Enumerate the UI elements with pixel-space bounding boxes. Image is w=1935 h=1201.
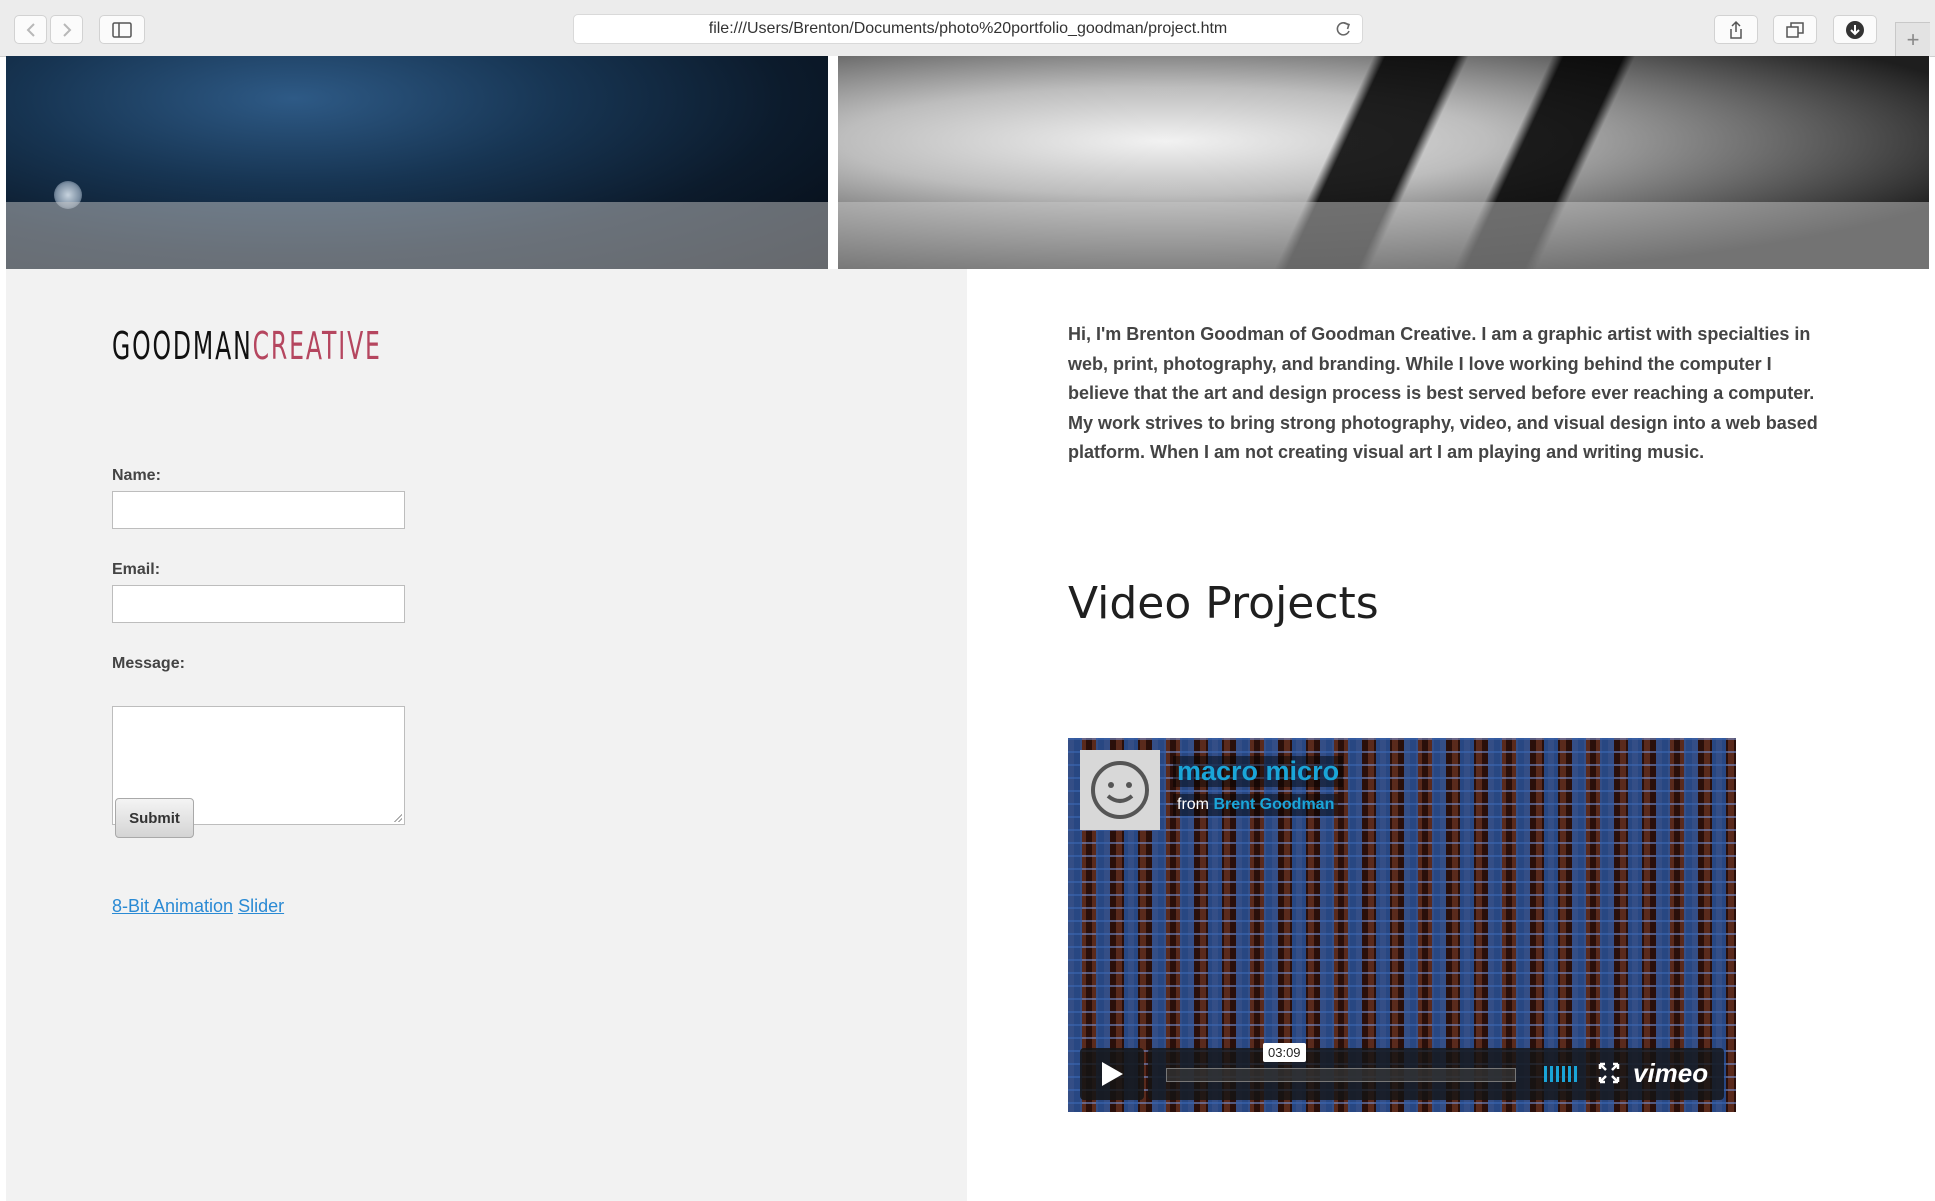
downloads-button[interactable] [1833, 15, 1877, 44]
control-bar: 03:09 vimeo [1148, 1043, 1724, 1100]
chevron-right-icon [62, 22, 71, 37]
tabs-overview-button[interactable] [1773, 15, 1817, 44]
player-controls: 03:09 vimeo [1080, 1043, 1724, 1100]
url-text: file:///Users/Brenton/Documents/photo%20… [708, 20, 1228, 37]
video-projects-heading: Video Projects [1068, 578, 1379, 629]
banner-photo-left [6, 56, 828, 269]
submit-button[interactable]: Submit [115, 798, 194, 838]
name-label: Name: [112, 467, 161, 484]
vimeo-logo[interactable]: vimeo [1633, 1058, 1708, 1089]
logo-part-creative: CREATIVE [252, 324, 382, 368]
project-links: 8-Bit Animation Slider [112, 896, 284, 917]
banner-overlay-left [6, 202, 828, 269]
play-icon [1102, 1062, 1123, 1086]
banner-photo-right [838, 56, 1929, 269]
back-button[interactable] [14, 15, 47, 44]
email-label: Email: [112, 561, 161, 578]
link-8bit-animation[interactable]: 8-Bit Animation [112, 896, 233, 916]
about-text: Hi, I'm Brenton Goodman of Goodman Creat… [1068, 324, 1818, 462]
progress-bar[interactable]: 03:09 [1166, 1043, 1516, 1082]
chevron-left-icon [26, 22, 35, 37]
sidebar-toggle-button[interactable] [99, 15, 145, 44]
fullscreen-icon[interactable] [1598, 1062, 1620, 1089]
reload-icon[interactable] [1334, 20, 1352, 43]
share-button[interactable] [1714, 15, 1758, 44]
new-tab-button[interactable]: + [1895, 22, 1930, 57]
browser-toolbar: file:///Users/Brenton/Documents/photo%20… [0, 0, 1935, 57]
logo-part-goodman: GOODMAN [112, 324, 253, 368]
vimeo-video-player[interactable]: macro micro from Brent Goodman 03:09 vim… [1068, 738, 1736, 1112]
smiley-face-icon [1091, 761, 1149, 819]
name-input[interactable] [112, 491, 405, 529]
play-button[interactable] [1080, 1048, 1144, 1100]
email-input[interactable] [112, 585, 405, 623]
link-slider[interactable]: Slider [238, 896, 284, 916]
forward-button[interactable] [50, 15, 83, 44]
video-author-link[interactable]: Brent Goodman [1213, 796, 1334, 813]
message-label: Message: [112, 655, 185, 672]
byline-from: from [1177, 796, 1209, 813]
address-bar[interactable]: file:///Users/Brenton/Documents/photo%20… [573, 14, 1363, 44]
share-icon [1730, 20, 1742, 39]
banner-overlay-right [838, 202, 1929, 269]
download-icon [1846, 20, 1864, 39]
timecode: 03:09 [1263, 1043, 1306, 1062]
goodman-creative-logo: GOODMANCREATIVE [112, 324, 382, 368]
resize-handle[interactable] [394, 814, 402, 822]
volume-control[interactable] [1544, 1066, 1577, 1082]
video-title[interactable]: macro micro [1173, 756, 1344, 787]
sidebar-icon [112, 21, 132, 38]
tabs-icon [1786, 21, 1804, 38]
video-byline: from Brent Goodman [1173, 794, 1339, 816]
avatar[interactable] [1080, 750, 1160, 830]
